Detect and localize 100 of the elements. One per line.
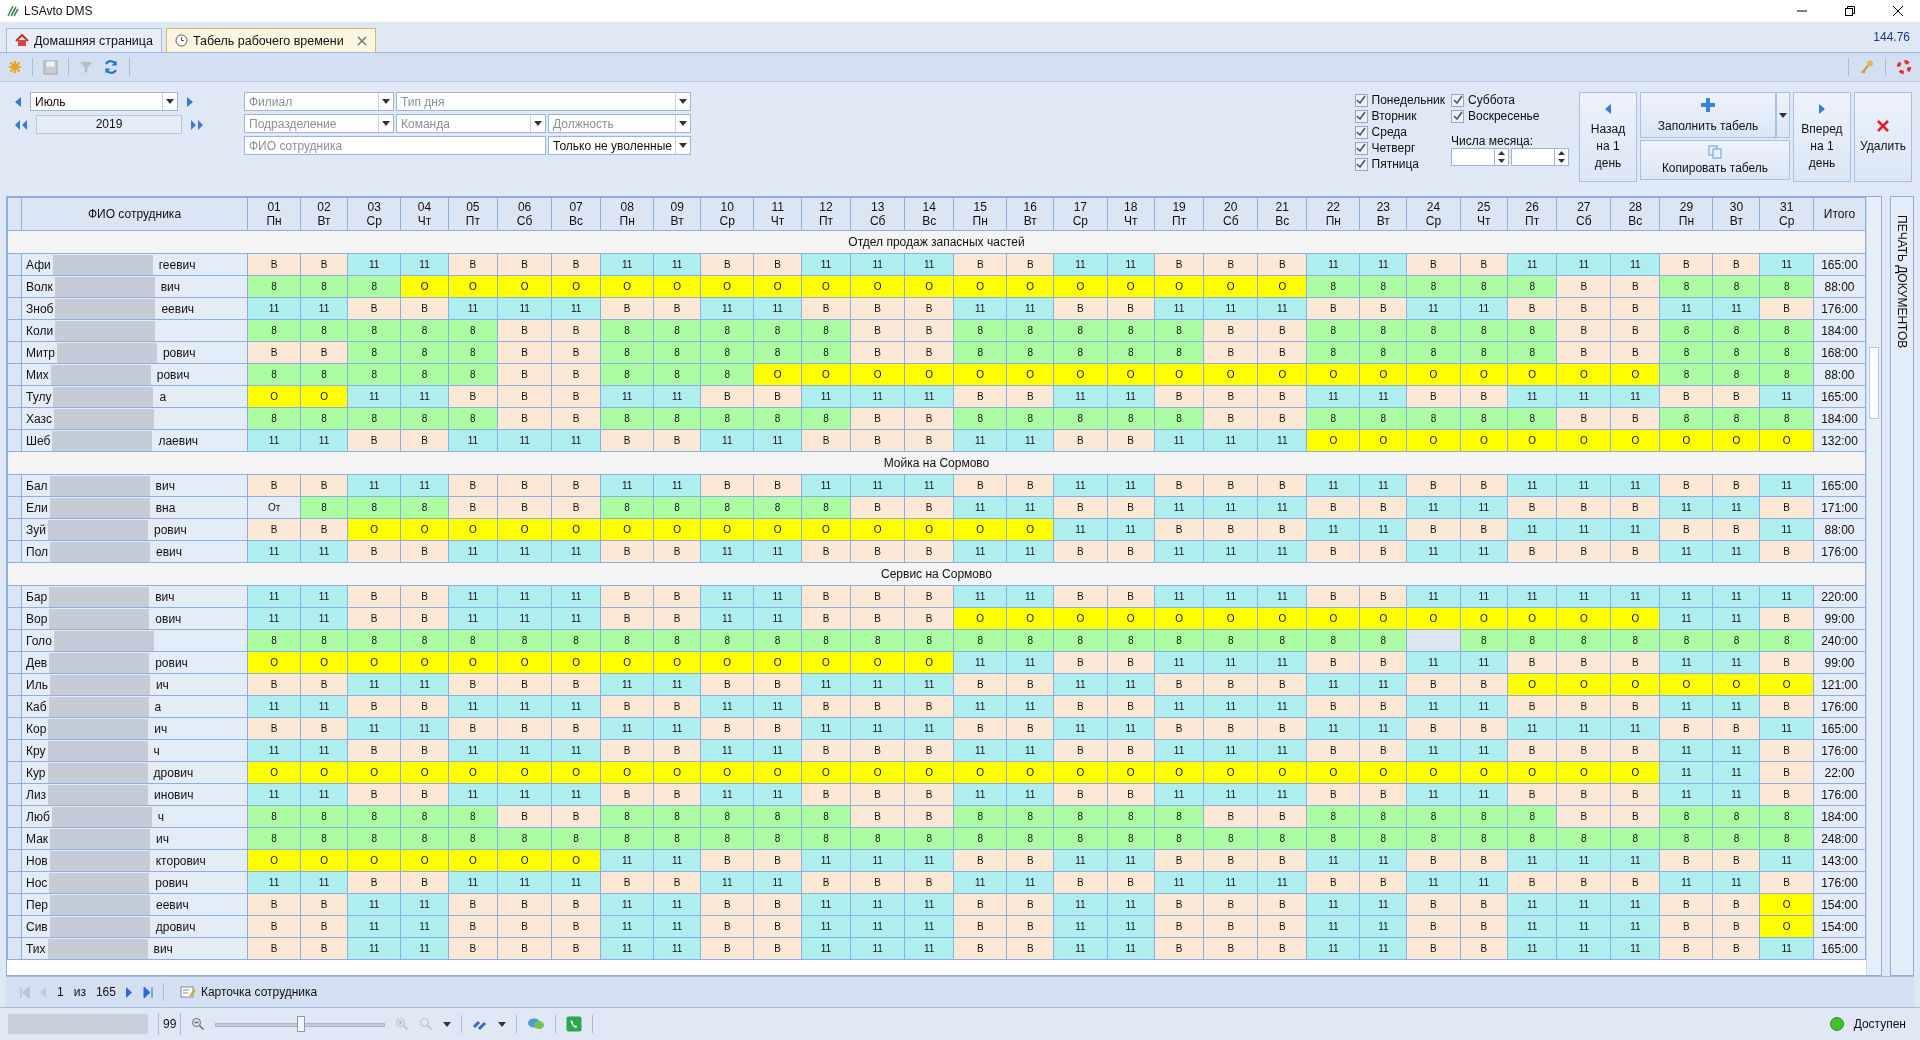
employee-name: Лиз (25, 787, 47, 802)
day-number: 04 (416, 200, 433, 214)
zoom-out-icon[interactable] (191, 1017, 206, 1031)
month-dropdown[interactable]: Июль (30, 92, 178, 111)
refresh-icon[interactable] (103, 59, 119, 75)
year-field[interactable]: 2019 (36, 115, 182, 134)
column-header[interactable]: 27 Сб (1556, 197, 1611, 231)
caret-icon (382, 121, 390, 126)
column-header[interactable]: 16 Вт (1006, 197, 1054, 231)
back-button[interactable]: Назад на 1 день (1579, 92, 1637, 182)
column-header[interactable]: 12 Пт (801, 197, 851, 231)
column-header[interactable]: 19 Пт (1154, 197, 1204, 231)
employee-name: лаевич (157, 433, 199, 448)
checkbox-label[interactable]: Четверг (1371, 141, 1416, 155)
checkbox-label[interactable]: Среда (1371, 125, 1407, 139)
column-header[interactable]: 29 Пн (1659, 197, 1713, 231)
column-header[interactable]: 01 Пн (247, 197, 301, 231)
checkbox[interactable] (1354, 141, 1368, 155)
last-page-icon[interactable] (142, 986, 153, 998)
day-number: 10 (719, 200, 735, 214)
column-header[interactable]: Итого (1813, 197, 1866, 231)
checkbox[interactable] (1354, 93, 1368, 107)
column-header[interactable]: 15 Пн (953, 197, 1007, 231)
caret-icon[interactable] (443, 1021, 452, 1027)
previous-year-icon[interactable] (14, 118, 28, 131)
key-icon[interactable] (1859, 59, 1875, 75)
lifebuoy-icon[interactable] (1896, 59, 1912, 75)
column-header[interactable]: 09 Вт (653, 197, 701, 231)
side-panel-tab[interactable]: ПЕЧАТЬ ДОКУМЕНТОВ (1890, 196, 1914, 976)
chat-icon[interactable] (527, 1017, 546, 1031)
column-header[interactable]: 04 Чт (400, 197, 449, 231)
tab[interactable]: Табель рабочего времени (165, 28, 376, 52)
column-header[interactable]: 02 Вт (300, 197, 348, 231)
tab[interactable]: Домашняя страница (6, 28, 162, 52)
checkbox[interactable] (1451, 93, 1464, 107)
status-dropdown[interactable]: Только не уволенные (548, 136, 691, 155)
column-header[interactable]: 25 Чт (1460, 197, 1508, 231)
column-header[interactable]: 20 Сб (1203, 197, 1258, 231)
checkbox[interactable] (1451, 109, 1464, 123)
column-header[interactable]: 07 Вс (551, 197, 601, 231)
next-month-icon[interactable] (186, 95, 194, 108)
weekday-label: Пн (618, 214, 636, 228)
column-header[interactable]: 31 Ср (1759, 197, 1814, 231)
copy-button[interactable]: Копировать табель (1640, 140, 1790, 180)
fill-button[interactable]: Заполнить табель (1640, 92, 1776, 138)
checkbox[interactable] (1354, 157, 1368, 171)
caret-icon[interactable] (498, 1021, 507, 1027)
previous-month-icon[interactable] (14, 95, 22, 108)
checkbox-label[interactable]: Вторник (1371, 109, 1417, 123)
day-number: 27 (1576, 200, 1592, 214)
caret-icon (534, 121, 542, 126)
column-header[interactable]: 05 Пт (448, 197, 498, 231)
employee-card-button[interactable]: Карточка сотрудника (173, 984, 324, 1000)
column-header[interactable]: 14 Вс (904, 197, 954, 231)
column-header[interactable]: 26 Пт (1507, 197, 1557, 231)
column-header[interactable]: 13 Сб (850, 197, 905, 231)
checkbox-label[interactable]: Пятница (1371, 157, 1420, 171)
checkbox[interactable] (1354, 109, 1368, 123)
column-header[interactable]: 21 Вс (1257, 197, 1307, 231)
employee-name: Хазс (25, 411, 52, 426)
close-icon[interactable] (356, 35, 367, 46)
forward-button[interactable]: Вперед на 1 день (1793, 92, 1851, 182)
employee-name: вич (152, 941, 173, 956)
column-header[interactable]: 06 Сб (497, 197, 552, 231)
weekday-label: Пт (1171, 214, 1188, 228)
left-arrow-icon (1604, 102, 1612, 115)
column-header[interactable]: 03 Ср (347, 197, 401, 231)
column-header[interactable]: 28 Вс (1610, 197, 1660, 231)
checkbox-label[interactable]: Понедельник (1371, 93, 1445, 107)
employee-name: Мак (25, 831, 49, 846)
day-number: 29 (1678, 200, 1695, 214)
employee-name-field[interactable]: ФИО сотрудника (244, 136, 546, 155)
next-year-icon[interactable] (190, 118, 204, 131)
column-header[interactable]: 22 Пн (1306, 197, 1360, 231)
weekday-label: Ср (1071, 214, 1089, 228)
delete-button[interactable]: Удалить (1854, 92, 1912, 182)
column-header[interactable]: 08 Пн (600, 197, 654, 231)
scrollbar[interactable] (1866, 197, 1881, 975)
day-from-spinner[interactable] (1451, 148, 1509, 166)
fill-menu-button[interactable] (1776, 92, 1790, 138)
day-to-spinner[interactable] (1511, 148, 1569, 166)
checkbox-label[interactable]: Воскресенье (1468, 109, 1540, 123)
column-header[interactable]: 17 Ср (1053, 197, 1108, 231)
column-header[interactable]: 23 Вт (1359, 197, 1407, 231)
zoom-slider[interactable] (215, 1016, 386, 1032)
column-header[interactable]: 10 Ср (700, 197, 754, 231)
employee-name: вич (154, 478, 175, 493)
checkbox[interactable] (1354, 125, 1368, 139)
restore-icon (1844, 5, 1856, 17)
column-header[interactable]: 11 Чт (753, 197, 802, 231)
phone-icon[interactable] (566, 1016, 583, 1032)
column-header[interactable]: 18 Чт (1107, 197, 1155, 231)
caret-icon (166, 99, 174, 104)
checkbox-label[interactable]: Суббота (1468, 93, 1515, 107)
column-header[interactable]: 30 Вт (1713, 197, 1760, 231)
column-header[interactable]: 24 Ср (1406, 197, 1461, 231)
day-number: 11 (770, 200, 785, 214)
page-number[interactable]: 1 (57, 985, 64, 999)
next-page-icon[interactable] (125, 986, 133, 998)
column-header[interactable]: ФИО сотрудника (21, 197, 248, 231)
